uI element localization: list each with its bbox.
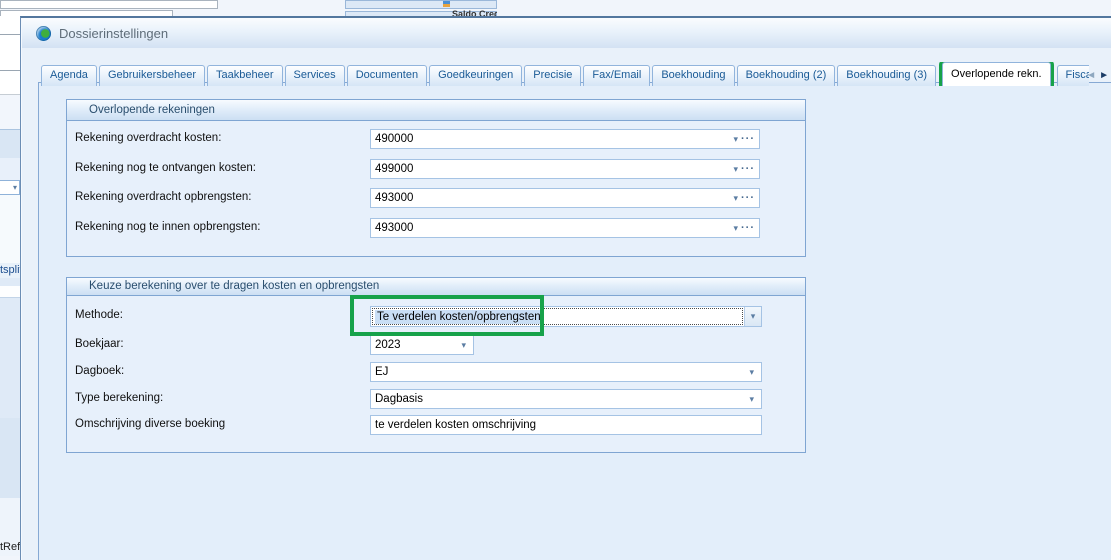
chevron-down-icon[interactable]: ▾ [749, 394, 754, 405]
combobox-edit-area[interactable]: Te verdelen kosten/opbrengsten [372, 308, 743, 325]
omschrijving-diverse-boeking-input[interactable]: te verdelen kosten omschrijving [370, 415, 762, 435]
chevron-down-icon[interactable]: ▾ [733, 164, 738, 175]
tab-documenten[interactable]: Documenten [347, 65, 427, 86]
field-value: 493000 [375, 222, 729, 234]
tab-services[interactable]: Services [285, 65, 345, 86]
chevron-down-icon[interactable]: ▾ [733, 134, 738, 145]
field-label: Type berekening: [75, 392, 163, 404]
form-row: Rekening overdracht kosten: 490000 ▾ ··· [67, 129, 805, 149]
type-berekening-combobox[interactable]: Dagbasis ▾ [370, 389, 762, 409]
background-band [0, 195, 20, 263]
tab-fax-email[interactable]: Fax/Email [583, 65, 650, 86]
chevron-down-icon[interactable]: ▾ [461, 340, 466, 351]
scroll-left-icon[interactable]: ◄ [1086, 70, 1096, 81]
chevron-down-icon[interactable]: ▾ [733, 223, 738, 234]
form-row: Dagboek: EJ ▾ [67, 362, 805, 382]
background-band [0, 298, 20, 418]
tab-fiscaal[interactable]: Fiscaal [1057, 65, 1089, 86]
background-band [0, 129, 20, 158]
tab-precisie[interactable]: Precisie [524, 65, 581, 86]
field-label: Boekjaar: [75, 338, 124, 350]
form-row: Rekening nog te innen opbrengsten: 49300… [67, 218, 805, 238]
background-row [0, 16, 20, 35]
background-window-edge: ▾ tsplit tRef [0, 16, 20, 560]
tab-agenda[interactable]: Agenda [41, 65, 97, 86]
field-label: Rekening overdracht opbrengsten: [75, 191, 251, 203]
background-band [0, 95, 20, 129]
background-text-fragment: tsplit [0, 263, 20, 278]
field-value: 493000 [375, 192, 729, 204]
rekening-nog-te-ontvangen-kosten-combobox[interactable]: 499000 ▾ ··· [370, 159, 760, 179]
chevron-down-icon: ▾ [13, 183, 17, 192]
form-row: Rekening overdracht opbrengsten: 493000 … [67, 188, 805, 208]
scroll-right-icon[interactable]: ► [1099, 70, 1109, 81]
selected-value: Te verdelen kosten/opbrengsten [375, 310, 543, 324]
groupbox-title: Keuze berekening over te dragen kosten e… [67, 278, 805, 296]
ellipsis-lookup-icon[interactable]: ··· [741, 194, 755, 202]
field-value: te verdelen kosten omschrijving [375, 419, 536, 431]
background-band [0, 278, 20, 286]
form-row: Type berekening: Dagbasis ▾ [67, 389, 805, 409]
background-combobox-fragment: ▾ [0, 180, 20, 195]
rekening-nog-te-innen-opbrengsten-combobox[interactable]: 493000 ▾ ··· [370, 218, 760, 238]
field-label: Methode: [75, 309, 123, 321]
selected-value: 2023 [375, 339, 457, 351]
tab-boekhouding-3[interactable]: Boekhouding (3) [837, 65, 936, 86]
field-label: Rekening nog te innen opbrengsten: [75, 221, 260, 233]
field-label: Omschrijving diverse boeking [75, 418, 225, 430]
mini-app-icon [443, 1, 450, 7]
background-band [0, 286, 20, 298]
chevron-down-icon[interactable]: ▾ [733, 193, 738, 204]
background-text-fragment: tRef [0, 540, 20, 556]
tab-bar: Agenda Gebruikersbeheer Taakbeheer Servi… [41, 62, 1089, 86]
ellipsis-lookup-icon[interactable]: ··· [741, 224, 755, 232]
groupbox-overlopende-rekeningen: Overlopende rekeningen Rekening overdrac… [66, 99, 806, 257]
field-label: Rekening overdracht kosten: [75, 132, 221, 144]
dialog-titlebar[interactable]: Dossierinstellingen [22, 18, 1111, 48]
selected-value: Dagbasis [375, 393, 745, 405]
tab-scroll-buttons: ◄ ► [1086, 66, 1109, 84]
app-logo-icon [36, 26, 51, 41]
rekening-overdracht-opbrengsten-combobox[interactable]: 493000 ▾ ··· [370, 188, 760, 208]
rekening-overdracht-kosten-combobox[interactable]: 490000 ▾ ··· [370, 129, 760, 149]
background-band [0, 158, 20, 180]
combobox-dropdown-button[interactable]: ▾ [744, 307, 761, 326]
tab-taakbeheer[interactable]: Taakbeheer [207, 65, 283, 86]
dialog-title: Dossierinstellingen [59, 26, 168, 41]
background-toolbar-fragment [345, 0, 497, 9]
background-row [0, 71, 20, 95]
form-row: Omschrijving diverse boeking te verdelen… [67, 415, 805, 435]
ellipsis-lookup-icon[interactable]: ··· [741, 135, 755, 143]
chevron-down-icon[interactable]: ▾ [749, 367, 754, 378]
dialog-dossierinstellingen: Dossierinstellingen Agenda Gebruikersbeh… [20, 16, 1111, 560]
tab-boekhouding-2[interactable]: Boekhouding (2) [737, 65, 836, 86]
boekjaar-combobox[interactable]: 2023 ▾ [370, 335, 474, 355]
dagboek-combobox[interactable]: EJ ▾ [370, 362, 762, 382]
background-row [0, 35, 20, 71]
background-band [0, 498, 20, 540]
background-band [0, 418, 20, 498]
background-row-fragment [0, 0, 218, 9]
field-label: Dagboek: [75, 365, 124, 377]
chevron-down-icon: ▾ [751, 311, 756, 322]
screen: Saldo Credit ▾ tsplit tRef Dossierinstel… [0, 0, 1111, 560]
form-row: Boekjaar: 2023 ▾ [67, 335, 805, 355]
form-row: Rekening nog te ontvangen kosten: 499000… [67, 159, 805, 179]
methode-combobox[interactable]: Te verdelen kosten/opbrengsten ▾ [370, 306, 762, 327]
field-label: Rekening nog te ontvangen kosten: [75, 162, 256, 174]
tab-goedkeuringen[interactable]: Goedkeuringen [429, 65, 522, 86]
tab-boekhouding[interactable]: Boekhouding [652, 65, 734, 86]
ellipsis-lookup-icon[interactable]: ··· [741, 165, 755, 173]
background-text-fragment: Saldo Credit [452, 9, 497, 16]
groupbox-title: Overlopende rekeningen [67, 100, 805, 121]
form-row: Methode: Te verdelen kosten/opbrengsten … [67, 306, 805, 327]
field-value: 490000 [375, 133, 729, 145]
selected-value: EJ [375, 366, 745, 378]
tab-overlopende-rekn[interactable]: Overlopende rekn. [942, 62, 1051, 86]
tab-gebruikersbeheer[interactable]: Gebruikersbeheer [99, 65, 205, 86]
field-value: 499000 [375, 163, 729, 175]
groupbox-keuze-berekening: Keuze berekening over te dragen kosten e… [66, 277, 806, 453]
